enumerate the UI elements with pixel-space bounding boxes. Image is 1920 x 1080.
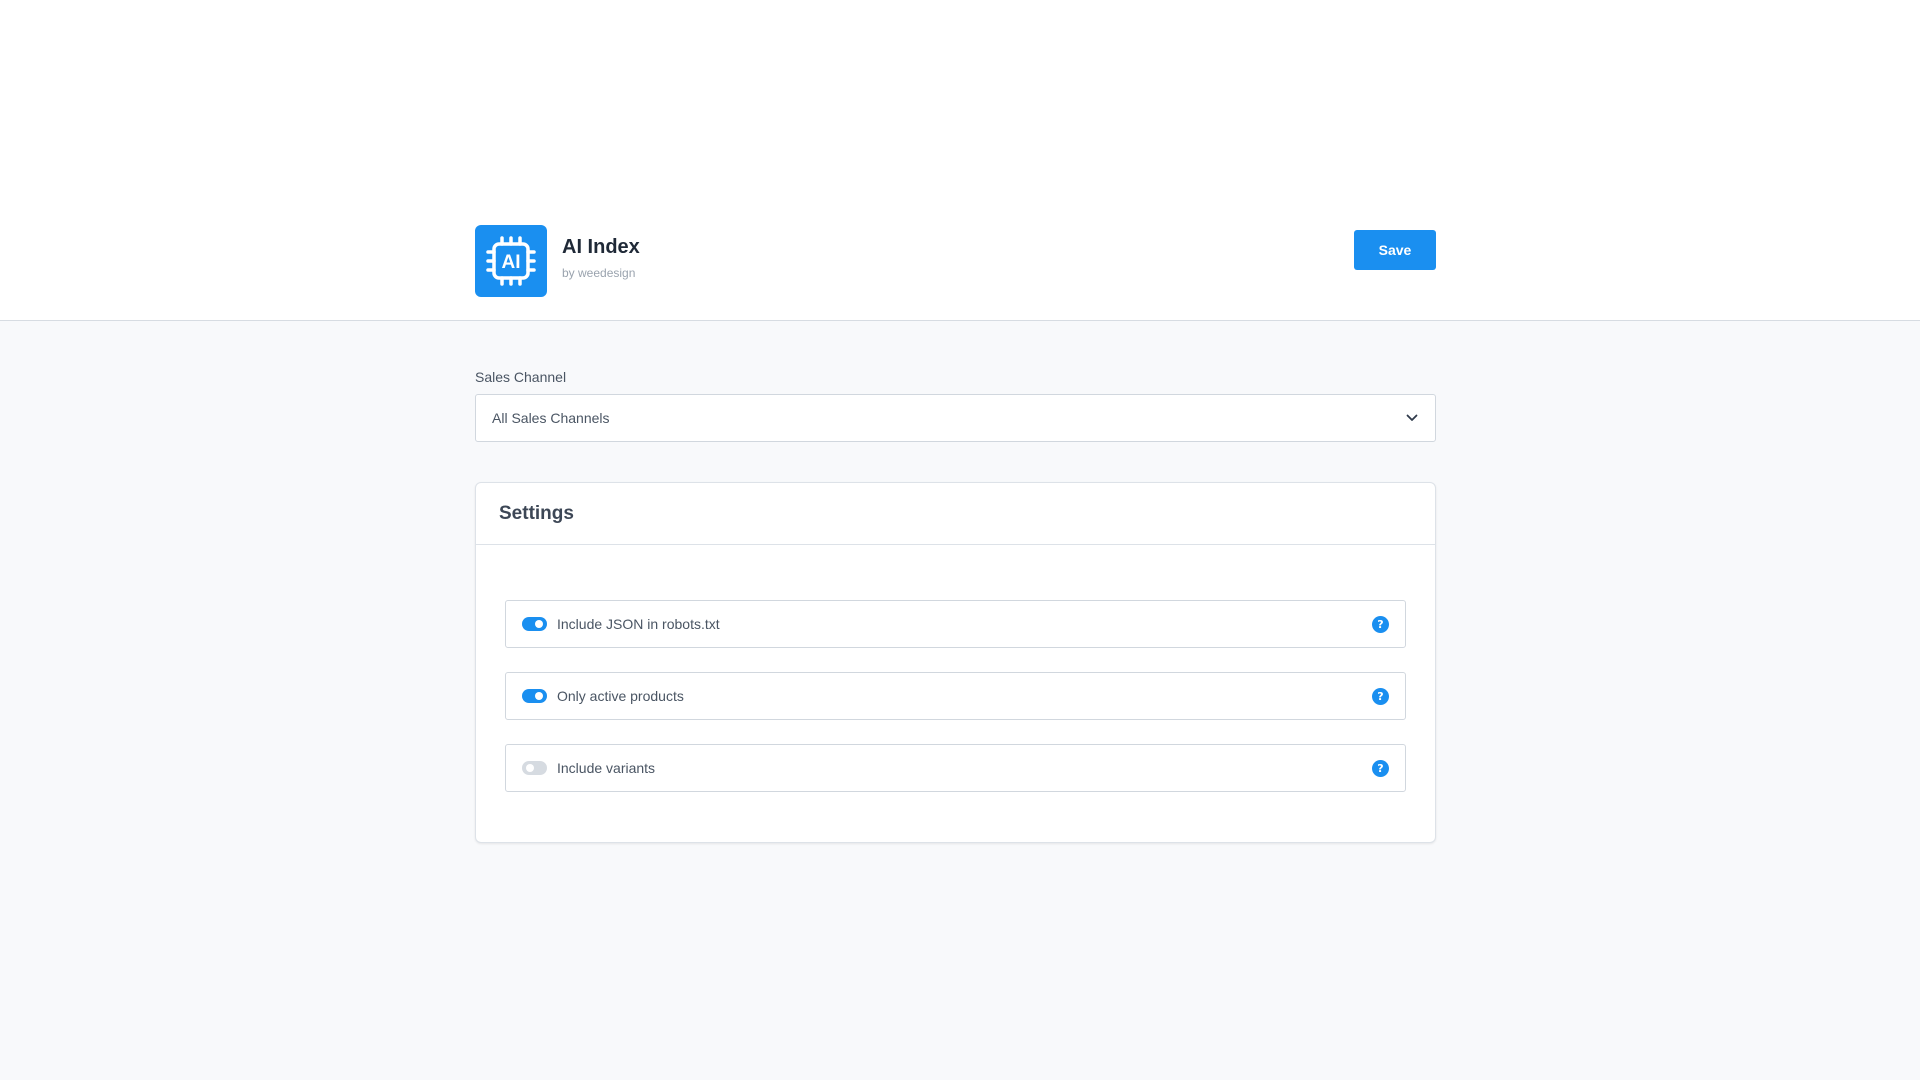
- help-icon[interactable]: ?: [1372, 615, 1389, 633]
- app-logo: AI: [475, 225, 547, 297]
- sales-channel-value: All Sales Channels: [492, 410, 610, 426]
- settings-card-header: Settings: [476, 483, 1435, 545]
- logo-text: AI: [502, 252, 521, 273]
- option-label: Include JSON in robots.txt: [557, 616, 720, 632]
- option-include-json-robots: Include JSON in robots.txt ?: [505, 600, 1406, 648]
- settings-card: Settings Include JSON in robots.txt ? On…: [475, 482, 1436, 843]
- app-title: AI Index: [562, 236, 640, 258]
- toggle-only-active-products[interactable]: [522, 689, 547, 703]
- help-icon[interactable]: ?: [1372, 759, 1389, 777]
- sales-channel-label: Sales Channel: [475, 369, 567, 385]
- save-button[interactable]: Save: [1354, 230, 1436, 270]
- option-only-active-products: Only active products ?: [505, 672, 1406, 720]
- app-header: AI AI Index by weedesign Save: [0, 0, 1920, 321]
- app-vendor: by weedesign: [562, 266, 636, 280]
- option-label: Include variants: [557, 760, 656, 776]
- toggle-include-json-robots[interactable]: [522, 617, 547, 631]
- ai-chip-icon: AI: [486, 236, 536, 286]
- chevron-down-icon: [1405, 411, 1419, 425]
- help-icon[interactable]: ?: [1372, 687, 1389, 705]
- option-include-variants: Include variants ?: [505, 744, 1406, 792]
- toggle-include-variants[interactable]: [522, 761, 547, 775]
- option-label: Only active products: [557, 688, 684, 704]
- sales-channel-select[interactable]: All Sales Channels: [475, 394, 1436, 442]
- settings-title: Settings: [499, 502, 574, 524]
